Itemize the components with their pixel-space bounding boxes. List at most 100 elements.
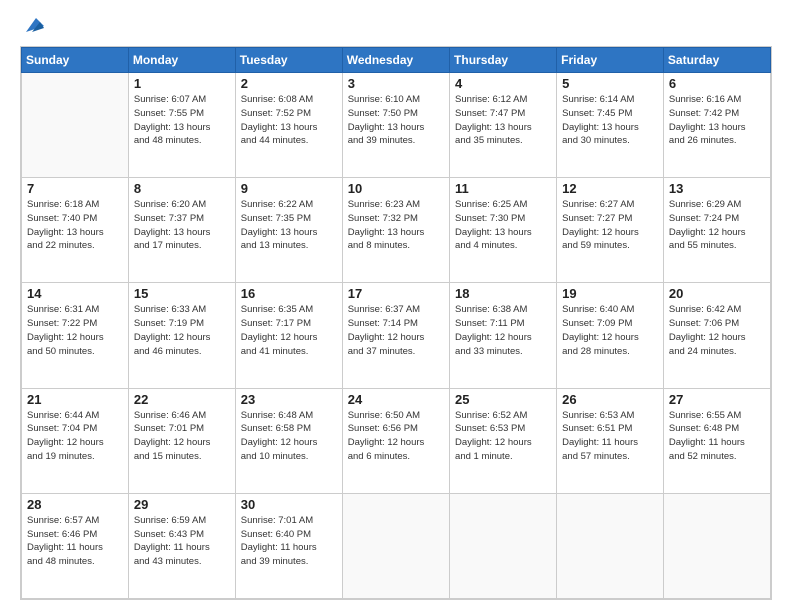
day-number: 21 (27, 392, 123, 407)
day-number: 18 (455, 286, 551, 301)
header-day-saturday: Saturday (663, 48, 770, 73)
logo (20, 18, 44, 36)
calendar-cell: 24Sunrise: 6:50 AM Sunset: 6:56 PM Dayli… (342, 388, 449, 493)
calendar-cell: 21 Sunrise: 6:44 AM Sunset: 7:04 PM Dayli… (22, 388, 129, 493)
day-info: Sunrise: 6:33 AM Sunset: 7:19 PM Dayligh… (134, 303, 230, 358)
day-number: 13 (669, 181, 765, 196)
calendar-week-4: 21 Sunrise: 6:44 AM Sunset: 7:04 PM Dayli… (22, 388, 771, 493)
header-day-thursday: Thursday (450, 48, 557, 73)
day-info: Sunrise: 6:44 AM Sunset: 7:04 PM Dayligh… (27, 409, 123, 464)
day-number: 11 (455, 181, 551, 196)
day-info: Sunrise: 6:37 AM Sunset: 7:14 PM Dayligh… (348, 303, 444, 358)
day-info: Sunrise: 6:57 AM Sunset: 6:46 PM Dayligh… (27, 514, 123, 569)
day-number: 17 (348, 286, 444, 301)
day-info: Sunrise: 6:29 AM Sunset: 7:24 PM Dayligh… (669, 198, 765, 253)
day-info: Sunrise: 6:22 AM Sunset: 7:35 PM Dayligh… (241, 198, 337, 253)
day-info: Sunrise: 6:10 AM Sunset: 7:50 PM Dayligh… (348, 93, 444, 148)
day-info: Sunrise: 7:01 AM Sunset: 6:40 PM Dayligh… (241, 514, 337, 569)
calendar-week-1: 1 Sunrise: 6:07 AM Sunset: 7:55 PM Daylig… (22, 73, 771, 178)
calendar-cell: 22Sunrise: 6:46 AM Sunset: 7:01 PM Dayli… (128, 388, 235, 493)
day-number: 4 (455, 76, 551, 91)
calendar-cell: 16 Sunrise: 6:35 AM Sunset: 7:17 PM Dayli… (235, 283, 342, 388)
calendar-cell: 14 Sunrise: 6:31 AM Sunset: 7:22 PM Dayli… (22, 283, 129, 388)
calendar-cell: 10 Sunrise: 6:23 AM Sunset: 7:32 PM Dayli… (342, 178, 449, 283)
calendar-cell (663, 493, 770, 598)
day-number: 20 (669, 286, 765, 301)
calendar-cell: 17 Sunrise: 6:37 AM Sunset: 7:14 PM Dayli… (342, 283, 449, 388)
calendar-cell: 13 Sunrise: 6:29 AM Sunset: 7:24 PM Dayli… (663, 178, 770, 283)
day-number: 9 (241, 181, 337, 196)
day-info: Sunrise: 6:20 AM Sunset: 7:37 PM Dayligh… (134, 198, 230, 253)
day-info: Sunrise: 6:42 AM Sunset: 7:06 PM Dayligh… (669, 303, 765, 358)
calendar-table: SundayMondayTuesdayWednesdayThursdayFrid… (21, 47, 771, 599)
header-row: SundayMondayTuesdayWednesdayThursdayFrid… (22, 48, 771, 73)
page: SundayMondayTuesdayWednesdayThursdayFrid… (0, 0, 792, 612)
calendar-cell: 15 Sunrise: 6:33 AM Sunset: 7:19 PM Dayli… (128, 283, 235, 388)
calendar-body: 1 Sunrise: 6:07 AM Sunset: 7:55 PM Daylig… (22, 73, 771, 599)
day-info: Sunrise: 6:46 AM Sunset: 7:01 PM Dayligh… (134, 409, 230, 464)
day-number: 14 (27, 286, 123, 301)
day-info: Sunrise: 6:18 AM Sunset: 7:40 PM Dayligh… (27, 198, 123, 253)
day-info: Sunrise: 6:07 AM Sunset: 7:55 PM Dayligh… (134, 93, 230, 148)
day-number: 16 (241, 286, 337, 301)
calendar-cell: 8 Sunrise: 6:20 AM Sunset: 7:37 PM Daylig… (128, 178, 235, 283)
calendar-week-2: 7 Sunrise: 6:18 AM Sunset: 7:40 PM Daylig… (22, 178, 771, 283)
calendar-cell: 18 Sunrise: 6:38 AM Sunset: 7:11 PM Dayli… (450, 283, 557, 388)
calendar-cell: 25Sunrise: 6:52 AM Sunset: 6:53 PM Dayli… (450, 388, 557, 493)
day-info: Sunrise: 6:53 AM Sunset: 6:51 PM Dayligh… (562, 409, 658, 464)
calendar-cell (557, 493, 664, 598)
header-day-sunday: Sunday (22, 48, 129, 73)
day-info: Sunrise: 6:27 AM Sunset: 7:27 PM Dayligh… (562, 198, 658, 253)
day-number: 26 (562, 392, 658, 407)
day-info: Sunrise: 6:31 AM Sunset: 7:22 PM Dayligh… (27, 303, 123, 358)
day-number: 2 (241, 76, 337, 91)
day-info: Sunrise: 6:40 AM Sunset: 7:09 PM Dayligh… (562, 303, 658, 358)
day-info: Sunrise: 6:35 AM Sunset: 7:17 PM Dayligh… (241, 303, 337, 358)
logo-icon (22, 14, 44, 36)
day-number: 12 (562, 181, 658, 196)
calendar-cell: 11 Sunrise: 6:25 AM Sunset: 7:30 PM Dayli… (450, 178, 557, 283)
day-number: 30 (241, 497, 337, 512)
day-number: 27 (669, 392, 765, 407)
calendar-cell: 6Sunrise: 6:16 AM Sunset: 7:42 PM Daylig… (663, 73, 770, 178)
day-info: Sunrise: 6:59 AM Sunset: 6:43 PM Dayligh… (134, 514, 230, 569)
header (20, 18, 772, 36)
day-number: 8 (134, 181, 230, 196)
calendar-cell: 4 Sunrise: 6:12 AM Sunset: 7:47 PM Daylig… (450, 73, 557, 178)
header-day-wednesday: Wednesday (342, 48, 449, 73)
calendar-cell: 23 Sunrise: 6:48 AM Sunset: 6:58 PM Dayli… (235, 388, 342, 493)
day-number: 19 (562, 286, 658, 301)
calendar-cell: 1 Sunrise: 6:07 AM Sunset: 7:55 PM Daylig… (128, 73, 235, 178)
header-day-friday: Friday (557, 48, 664, 73)
calendar-cell (22, 73, 129, 178)
day-info: Sunrise: 6:55 AM Sunset: 6:48 PM Dayligh… (669, 409, 765, 464)
day-number: 24 (348, 392, 444, 407)
day-info: Sunrise: 6:23 AM Sunset: 7:32 PM Dayligh… (348, 198, 444, 253)
calendar-cell: 26 Sunrise: 6:53 AM Sunset: 6:51 PM Dayli… (557, 388, 664, 493)
day-number: 15 (134, 286, 230, 301)
day-info: Sunrise: 6:52 AM Sunset: 6:53 PM Dayligh… (455, 409, 551, 464)
day-info: Sunrise: 6:25 AM Sunset: 7:30 PM Dayligh… (455, 198, 551, 253)
day-info: Sunrise: 6:48 AM Sunset: 6:58 PM Dayligh… (241, 409, 337, 464)
calendar-cell: 19 Sunrise: 6:40 AM Sunset: 7:09 PM Dayli… (557, 283, 664, 388)
calendar-cell: 20 Sunrise: 6:42 AM Sunset: 7:06 PM Dayli… (663, 283, 770, 388)
calendar-cell: 28Sunrise: 6:57 AM Sunset: 6:46 PM Dayli… (22, 493, 129, 598)
calendar-cell: 7 Sunrise: 6:18 AM Sunset: 7:40 PM Daylig… (22, 178, 129, 283)
calendar-cell: 27 Sunrise: 6:55 AM Sunset: 6:48 PM Dayli… (663, 388, 770, 493)
calendar-cell: 9 Sunrise: 6:22 AM Sunset: 7:35 PM Daylig… (235, 178, 342, 283)
day-info: Sunrise: 6:12 AM Sunset: 7:47 PM Dayligh… (455, 93, 551, 148)
day-number: 23 (241, 392, 337, 407)
day-number: 1 (134, 76, 230, 91)
header-day-monday: Monday (128, 48, 235, 73)
day-number: 7 (27, 181, 123, 196)
calendar-cell (450, 493, 557, 598)
day-number: 3 (348, 76, 444, 91)
calendar-cell: 5Sunrise: 6:14 AM Sunset: 7:45 PM Daylig… (557, 73, 664, 178)
calendar-cell: 3 Sunrise: 6:10 AM Sunset: 7:50 PM Daylig… (342, 73, 449, 178)
day-info: Sunrise: 6:08 AM Sunset: 7:52 PM Dayligh… (241, 93, 337, 148)
day-info: Sunrise: 6:38 AM Sunset: 7:11 PM Dayligh… (455, 303, 551, 358)
calendar-cell: 29Sunrise: 6:59 AM Sunset: 6:43 PM Dayli… (128, 493, 235, 598)
calendar-cell: 30 Sunrise: 7:01 AM Sunset: 6:40 PM Dayli… (235, 493, 342, 598)
calendar-week-5: 28Sunrise: 6:57 AM Sunset: 6:46 PM Dayli… (22, 493, 771, 598)
day-number: 10 (348, 181, 444, 196)
